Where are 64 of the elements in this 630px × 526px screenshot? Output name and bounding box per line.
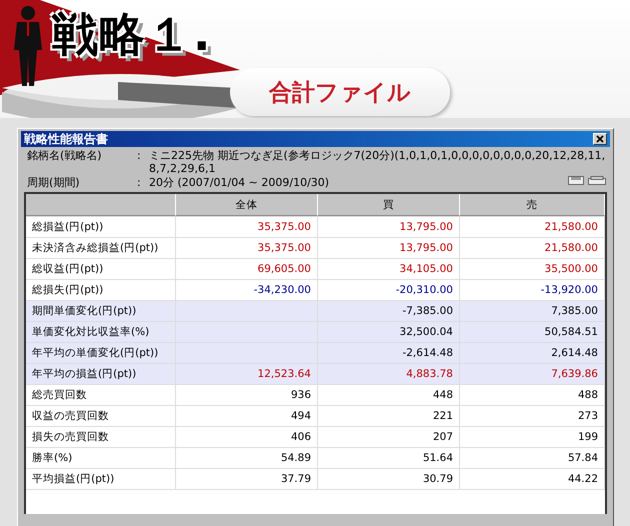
value-cell: 34,105.00 bbox=[318, 259, 460, 279]
value-cell: -20,310.00 bbox=[318, 280, 460, 300]
row-label: 年平均の単価変化(円(pt)) bbox=[26, 343, 176, 363]
value-cell: 494 bbox=[176, 406, 318, 426]
info-label: 周期(期間) bbox=[27, 176, 81, 189]
info-value: 20分 (2007/01/04 ~ 2009/10/30) bbox=[149, 176, 330, 189]
separator: : bbox=[137, 149, 142, 162]
value-cell: 51.64 bbox=[318, 448, 460, 468]
value-cell: 30.79 bbox=[318, 469, 460, 489]
row-label: 収益の売買回数 bbox=[26, 406, 176, 426]
row-label: 勝率(%) bbox=[26, 448, 176, 468]
value-cell: 221 bbox=[318, 406, 460, 426]
value-cell: 57.84 bbox=[460, 448, 605, 468]
value-cell: 13,795.00 bbox=[318, 217, 460, 237]
value-cell: 54.89 bbox=[176, 448, 318, 468]
row-label: 期間単価変化(円(pt)) bbox=[26, 301, 176, 321]
column-header[interactable]: 全体 bbox=[176, 194, 318, 216]
close-icon bbox=[596, 135, 604, 143]
value-cell: 12,523.64 bbox=[176, 364, 318, 384]
value-cell: 21,580.00 bbox=[460, 217, 605, 237]
row-label: 損失の売買回数 bbox=[26, 427, 176, 447]
value-cell: 35,375.00 bbox=[176, 217, 318, 237]
column-header[interactable]: 売 bbox=[460, 194, 605, 216]
value-cell: 35,500.00 bbox=[460, 259, 605, 279]
value-cell: 199 bbox=[460, 427, 605, 447]
info-label: 銘柄名(戦略名) bbox=[27, 149, 103, 162]
row-label: 総売買回数 bbox=[26, 385, 176, 405]
value-cell: 488 bbox=[460, 385, 605, 405]
info-value: ミニ225先物 期近つなぎ足(参考ロジック7(20分)(1,0,1,0,1,0,0,0,0,0,0,0,0,20,12,28,11,8,7,2,29,6,1 bbox=[149, 149, 606, 175]
value-cell: 2,614.48 bbox=[460, 343, 605, 363]
value-cell: -2,614.48 bbox=[318, 343, 460, 363]
subtitle-text: 合計ファイル bbox=[269, 78, 411, 108]
value-cell: 4,883.78 bbox=[318, 364, 460, 384]
value-cell: 448 bbox=[318, 385, 460, 405]
column-header[interactable]: 買 bbox=[318, 194, 460, 216]
row-label: 未決済含み総損益(円(pt)) bbox=[26, 238, 176, 258]
row-label: 平均損益(円(pt)) bbox=[26, 469, 176, 489]
value-cell: 44.22 bbox=[460, 469, 605, 489]
value-cell: 7,385.00 bbox=[460, 301, 605, 321]
value-cell: 50,584.51 bbox=[460, 322, 605, 342]
value-cell: 35,375.00 bbox=[176, 238, 318, 258]
row-label: 総収益(円(pt)) bbox=[26, 259, 176, 279]
value-cell: 7,639.86 bbox=[460, 364, 605, 384]
value-cell: 406 bbox=[176, 427, 318, 447]
row-label: 総損失(円(pt)) bbox=[26, 280, 176, 300]
value-cell: 207 bbox=[318, 427, 460, 447]
value-cell: -34,230.00 bbox=[176, 280, 318, 300]
value-cell: 32,500.04 bbox=[318, 322, 460, 342]
separator: : bbox=[137, 176, 142, 189]
restore-icon[interactable] bbox=[568, 176, 584, 185]
close-button[interactable] bbox=[593, 133, 607, 145]
row-label: 単価変化対比収益率(%) bbox=[26, 322, 176, 342]
value-cell: 273 bbox=[460, 406, 605, 426]
window-title: 戦略性能報告書 bbox=[24, 130, 109, 148]
window-icon[interactable] bbox=[588, 176, 606, 185]
value-cell: -7,385.00 bbox=[318, 301, 460, 321]
value-cell: 21,580.00 bbox=[460, 238, 605, 258]
value-cell: 37.79 bbox=[176, 469, 318, 489]
value-cell: -13,920.00 bbox=[460, 280, 605, 300]
value-cell: 69,605.00 bbox=[176, 259, 318, 279]
row-label: 年平均の損益(円(pt)) bbox=[26, 364, 176, 384]
value-cell: 13,795.00 bbox=[318, 238, 460, 258]
value-cell: 936 bbox=[176, 385, 318, 405]
row-label: 総損益(円(pt)) bbox=[26, 217, 176, 237]
